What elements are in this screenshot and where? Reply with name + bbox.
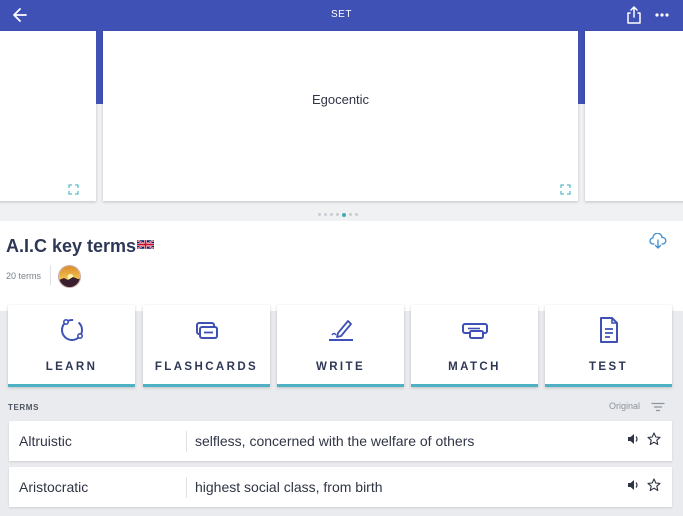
carousel-pagination-dots: [318, 212, 358, 217]
star-icon[interactable]: [647, 432, 661, 446]
mode-label: WRITE: [315, 361, 366, 373]
mode-label: TEST: [589, 361, 628, 373]
share-icon[interactable]: [624, 5, 644, 25]
term-row[interactable]: Altruistic selfless, concerned with the …: [9, 421, 672, 461]
write-icon: [328, 320, 353, 341]
flashcard-previous[interactable]: [0, 31, 96, 201]
divider: [50, 265, 51, 285]
set-info: A.I.C key terms 20 terms: [0, 221, 683, 311]
pagination-dot-active: [342, 212, 346, 217]
speaker-icon[interactable]: [627, 479, 640, 491]
pagination-dot: [336, 213, 339, 216]
divider: [186, 431, 187, 452]
speaker-icon[interactable]: [627, 433, 640, 445]
terms-header: TERMS: [8, 403, 39, 412]
expand-icon[interactable]: [68, 184, 79, 195]
card-accent-bar: [96, 31, 103, 104]
learn-icon: [60, 319, 83, 341]
page-title: SET: [331, 9, 352, 20]
term-definition: selfless, concerned with the welfare of …: [195, 433, 475, 449]
test-mode-button[interactable]: TEST: [545, 305, 672, 387]
sort-order-label[interactable]: Original: [609, 401, 640, 411]
term-word: Aristocratic: [19, 479, 89, 495]
card-accent-bar: [578, 31, 585, 104]
match-mode-button[interactable]: MATCH: [411, 305, 538, 387]
creator-avatar[interactable]: [58, 265, 81, 288]
expand-icon[interactable]: [560, 184, 571, 195]
star-icon[interactable]: [647, 478, 661, 492]
divider: [186, 477, 187, 498]
set-title-text: A.I.C key terms: [6, 236, 137, 256]
flashcard-carousel[interactable]: Egocentic: [0, 31, 683, 221]
flashcards-mode-button[interactable]: FLASHCARDS: [143, 305, 270, 387]
mode-label: LEARN: [45, 361, 98, 373]
match-icon: [461, 323, 488, 339]
flashcard-current[interactable]: Egocentic: [103, 31, 578, 201]
set-title: A.I.C key terms: [6, 236, 155, 257]
term-word: Altruistic: [19, 433, 72, 449]
study-modes: LEARN FLASHCARDS WRITE MATCH TEST: [0, 305, 683, 387]
pagination-dot: [324, 213, 327, 216]
avatar-image: [59, 266, 80, 287]
pagination-dot: [355, 213, 358, 216]
uk-flag-icon: [137, 239, 155, 250]
pagination-dot: [330, 213, 333, 216]
test-icon: [599, 317, 618, 343]
more-options-icon[interactable]: [652, 5, 672, 25]
mode-label: FLASHCARDS: [154, 361, 259, 373]
cloud-download-icon[interactable]: [649, 233, 667, 249]
flashcard-next[interactable]: [585, 31, 683, 201]
write-mode-button[interactable]: WRITE: [277, 305, 404, 387]
flashcards-icon: [195, 322, 218, 339]
term-definition: highest social class, from birth: [195, 479, 383, 495]
mode-label: MATCH: [448, 361, 501, 373]
flashcard-word: Egocentic: [311, 92, 370, 107]
pagination-dot: [318, 213, 321, 216]
top-bar: SET: [0, 0, 683, 31]
pagination-dot: [349, 213, 352, 216]
learn-mode-button[interactable]: LEARN: [8, 305, 135, 387]
sort-filter-icon[interactable]: [651, 402, 665, 412]
term-count: 20 terms: [6, 271, 42, 281]
term-row[interactable]: Aristocratic highest social class, from …: [9, 467, 672, 507]
